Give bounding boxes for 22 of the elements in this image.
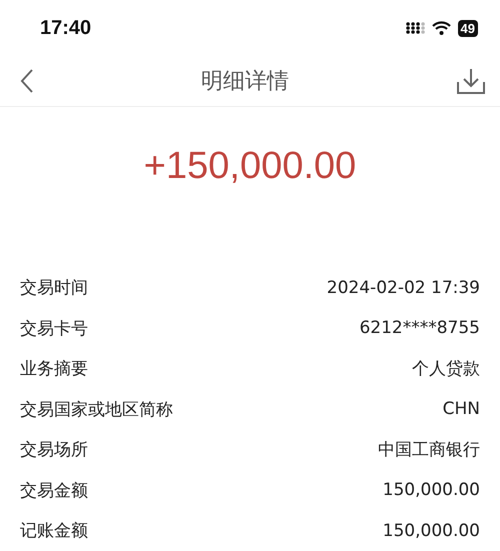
detail-label: 业务摘要 — [20, 358, 88, 380]
battery-icon: 49 — [458, 20, 478, 37]
detail-label: 交易场所 — [20, 439, 88, 462]
download-button[interactable] — [456, 66, 486, 95]
detail-label: 交易时间 — [20, 277, 88, 300]
detail-value: 150,000.00 — [382, 480, 480, 500]
wifi-icon — [432, 21, 451, 36]
detail-value: 中国工商银行 — [378, 439, 480, 462]
signal-icon — [404, 21, 425, 36]
status-time: 17:40 — [40, 16, 92, 40]
detail-label: 交易金额 — [20, 480, 88, 502]
detail-value: 150,000.00 — [382, 520, 480, 541]
detail-label: 记账金额 — [20, 520, 88, 542]
detail-label: 交易卡号 — [20, 318, 88, 340]
detail-value: 个人贷款 — [412, 358, 480, 380]
detail-label: 交易国家或地区简称 — [20, 398, 173, 421]
page-title: 明细详情 — [201, 68, 289, 96]
detail-value: 2024-02-02 17:39 — [326, 278, 480, 298]
back-button[interactable] — [20, 68, 34, 94]
transaction-amount: +150,000.00 — [142, 144, 358, 188]
detail-value: CHN — [442, 399, 480, 420]
detail-value: 6212****8755 — [359, 318, 480, 338]
